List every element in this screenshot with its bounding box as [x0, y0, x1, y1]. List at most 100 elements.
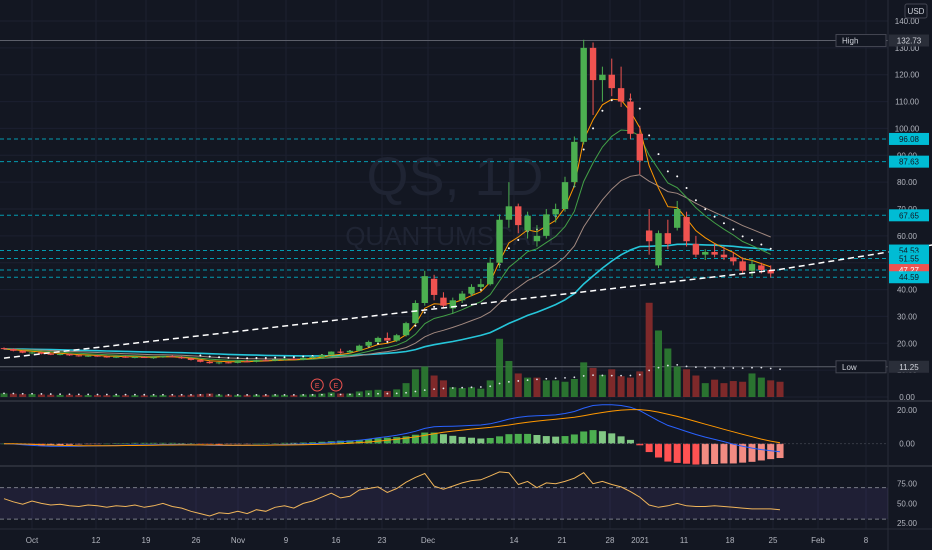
candle-body[interactable]	[356, 345, 363, 351]
candle-body[interactable]	[692, 243, 700, 255]
currency-label[interactable]: USD	[908, 7, 925, 16]
candle-body[interactable]	[66, 354, 73, 356]
watermark-ticker: QS, 1D	[366, 147, 543, 207]
candle-body[interactable]	[430, 278, 438, 295]
candle-body[interactable]	[533, 235, 541, 242]
candle-body[interactable]	[187, 358, 195, 360]
candle-body[interactable]	[561, 182, 569, 209]
candle-body[interactable]	[103, 356, 111, 358]
candle-body[interactable]	[468, 286, 475, 294]
candle-body[interactable]	[131, 356, 139, 358]
candle-body[interactable]	[421, 276, 428, 303]
candle-body[interactable]	[608, 74, 615, 89]
candle-body[interactable]	[496, 219, 503, 263]
macd-pane[interactable]	[0, 404, 888, 465]
candle-body[interactable]	[552, 209, 559, 215]
candle-body[interactable]	[225, 362, 232, 364]
candle-body[interactable]	[28, 352, 36, 354]
candle-body[interactable]	[571, 141, 578, 183]
candle-body[interactable]	[515, 206, 522, 226]
time-tick-label: 12	[92, 536, 101, 545]
time-tick-label: 26	[192, 536, 201, 545]
candle-body[interactable]	[328, 351, 335, 355]
candle-body[interactable]	[393, 335, 400, 341]
candle-body[interactable]	[412, 303, 419, 324]
candle-body[interactable]	[365, 341, 372, 346]
candle-body[interactable]	[346, 350, 354, 353]
candle-body[interactable]	[281, 358, 288, 360]
candle-body[interactable]	[440, 297, 447, 306]
candle-body[interactable]	[262, 360, 269, 362]
candle-body[interactable]	[94, 355, 101, 357]
candle-body[interactable]	[384, 337, 391, 341]
time-tick-label: 25	[769, 536, 778, 545]
candle-body[interactable]	[524, 215, 531, 231]
candle-body[interactable]	[487, 262, 494, 285]
candle-body[interactable]	[505, 206, 513, 220]
candle-body[interactable]	[664, 233, 672, 244]
candle-body[interactable]	[627, 101, 634, 134]
earnings-markers[interactable]: EE	[310, 378, 343, 392]
candle-body[interactable]	[374, 337, 382, 342]
candle-body[interactable]	[402, 323, 410, 336]
candle-body[interactable]	[748, 264, 756, 271]
candle-body[interactable]	[290, 358, 298, 360]
candle-body[interactable]	[599, 74, 606, 81]
macd-histogram-bar	[524, 433, 532, 444]
candle-body[interactable]	[309, 356, 316, 358]
candle-body[interactable]	[197, 359, 204, 362]
candle-body[interactable]	[580, 47, 587, 142]
candle-body[interactable]	[141, 356, 148, 358]
sar-dot	[199, 354, 202, 357]
candle-body[interactable]	[47, 353, 54, 355]
candle-body[interactable]	[720, 254, 728, 258]
candle-body[interactable]	[589, 47, 597, 81]
time-axis[interactable]: Oct 12 19 26 Nov 9 16 23 Dec 14 21 28 2021 11 18 25 Feb 8	[26, 536, 869, 545]
candle-body[interactable]	[10, 348, 17, 351]
macd-histogram-bar	[711, 443, 719, 464]
candle-body[interactable]	[739, 261, 746, 271]
volume-bar	[552, 380, 560, 397]
candle-body[interactable]	[617, 88, 625, 102]
candle-body[interactable]	[318, 354, 326, 357]
candle-body[interactable]	[702, 251, 709, 255]
candle-body[interactable]	[84, 355, 92, 357]
candle-body[interactable]	[337, 351, 344, 353]
candle-body[interactable]	[0, 348, 8, 350]
candle-body[interactable]	[683, 217, 690, 242]
sar-dot	[732, 228, 735, 231]
candle-body[interactable]	[19, 350, 26, 353]
candle-body[interactable]	[122, 356, 129, 358]
earnings-marker-label: E	[334, 383, 339, 390]
candle-body[interactable]	[458, 293, 466, 301]
candle-body[interactable]	[178, 356, 185, 359]
candle-body[interactable]	[113, 356, 120, 358]
candle-body[interactable]	[674, 209, 681, 228]
chart-svg[interactable]: QS, 1D QUANTUMSCAPE EE 140.00130.00120.0…	[0, 0, 932, 550]
candle-body[interactable]	[758, 265, 765, 270]
macd-histogram-bar	[683, 443, 691, 464]
candle-body[interactable]	[636, 133, 643, 161]
candle-body[interactable]	[234, 361, 241, 363]
candle-body[interactable]	[711, 251, 718, 255]
candle-body[interactable]	[645, 230, 653, 242]
candle-body[interactable]	[159, 356, 167, 358]
candle-body[interactable]	[271, 359, 279, 361]
candle-body[interactable]	[150, 357, 157, 359]
candle-body[interactable]	[730, 257, 737, 262]
candle-body[interactable]	[206, 361, 213, 364]
candle-body[interactable]	[243, 361, 251, 363]
candle-body[interactable]	[75, 355, 82, 357]
rsi-pane[interactable]	[0, 471, 888, 520]
candle-body[interactable]	[543, 214, 550, 236]
candle-body[interactable]	[56, 354, 64, 356]
candle-body[interactable]	[169, 356, 176, 358]
candle-body[interactable]	[253, 360, 260, 362]
macd-histogram-bar	[439, 434, 447, 444]
candle-body[interactable]	[655, 233, 662, 266]
candle-body[interactable]	[477, 284, 485, 287]
volume-ma-dot	[236, 394, 239, 396]
candle-body[interactable]	[300, 357, 307, 360]
macd-histogram-bar	[533, 434, 541, 444]
candle-body[interactable]	[215, 362, 223, 364]
